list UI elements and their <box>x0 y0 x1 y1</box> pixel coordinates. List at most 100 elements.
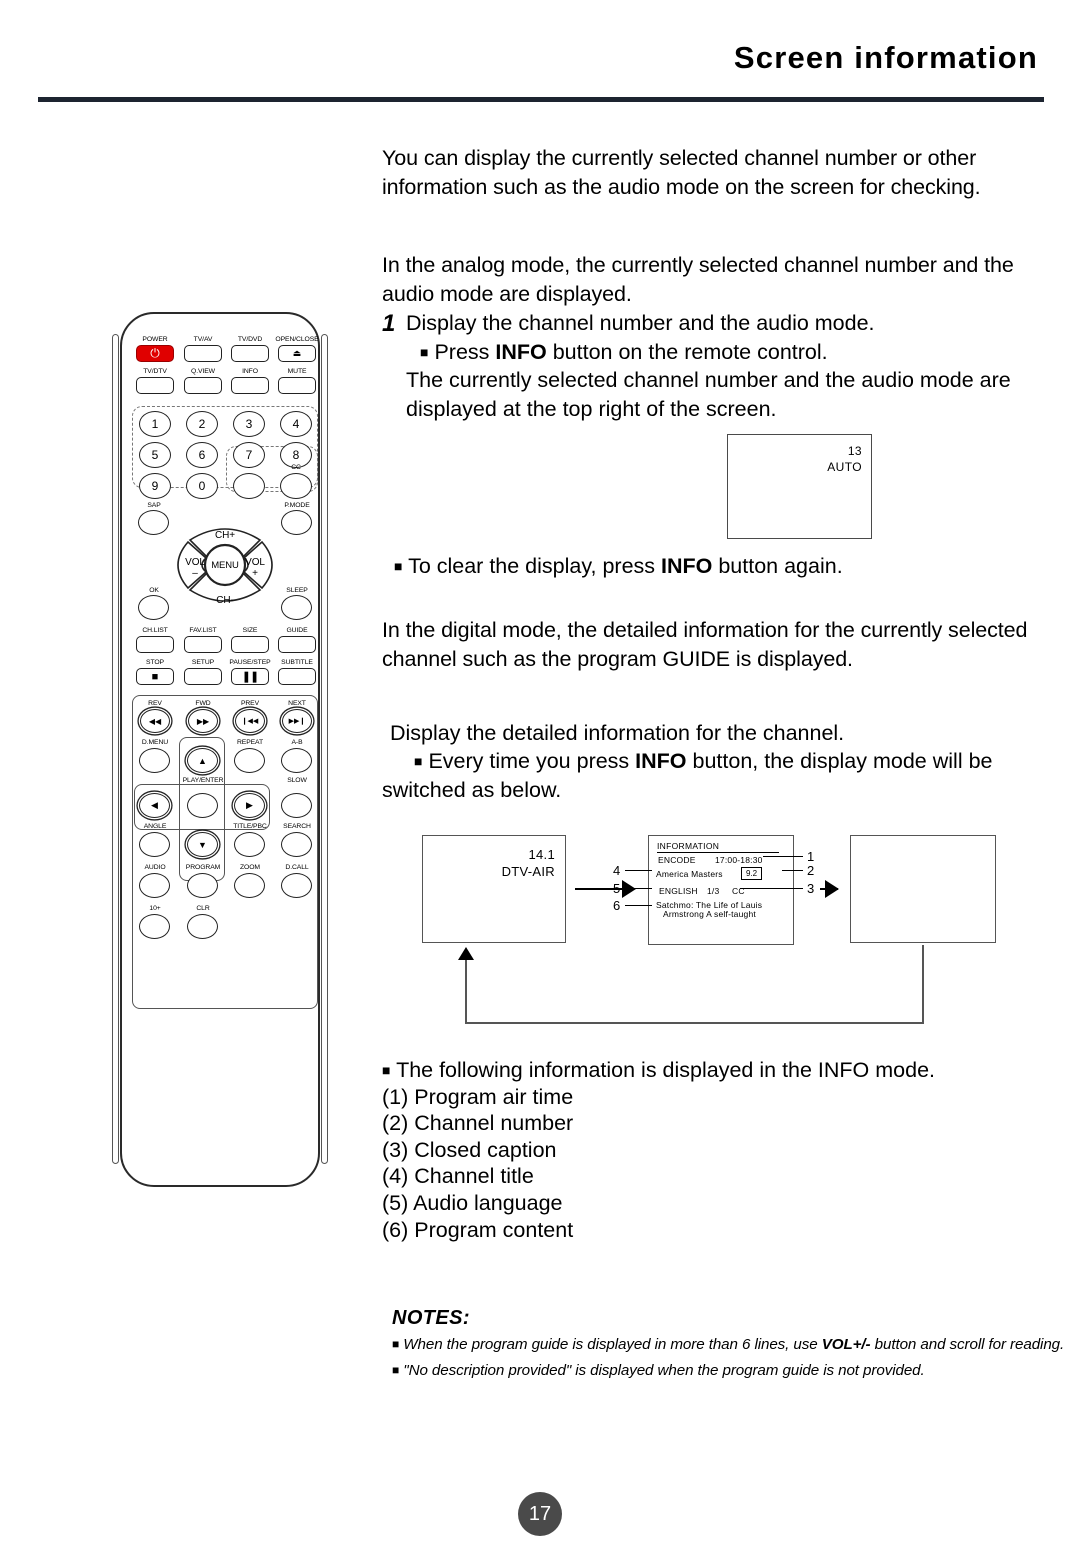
list-item: (2) Channel number <box>382 1111 574 1136</box>
step-line-2: The currently selected channel number an… <box>406 368 1011 421</box>
label-zoom: ZOOM <box>240 864 260 871</box>
button-down-arrow[interactable]: ▼ <box>187 832 218 857</box>
button-tv-dtv[interactable] <box>136 377 174 394</box>
analog-mode-paragraph: In the analog mode, the currently select… <box>382 253 1014 306</box>
note-item: ■ When the program guide is displayed in… <box>392 1334 1072 1356</box>
button-number-1[interactable]: 1 <box>139 411 171 437</box>
button-ch-list[interactable] <box>136 636 174 653</box>
label-tv-dtv: TV/DTV <box>143 368 167 375</box>
information-description-line-2: Armstrong A self-taught <box>663 909 756 919</box>
button-a-b[interactable] <box>281 748 312 773</box>
button-number-6[interactable]: 6 <box>186 442 218 468</box>
button-dash[interactable] <box>233 473 265 499</box>
button-play-enter[interactable] <box>187 793 218 818</box>
note1-bold: VOL+/- <box>821 1336 871 1353</box>
button-tv-av[interactable] <box>184 345 222 362</box>
button-fwd[interactable]: ▶▶ <box>188 709 218 733</box>
step-number: 1 <box>382 310 396 337</box>
button-pause-step[interactable]: ❚❚ <box>231 668 269 685</box>
button-next[interactable]: ▶▶❙ <box>282 709 312 733</box>
button-prev[interactable]: ❙◀◀ <box>235 709 265 733</box>
button-slow[interactable] <box>281 793 312 818</box>
flow-arrow-head-1 <box>622 880 636 898</box>
button-rev[interactable]: ◀◀ <box>140 709 170 733</box>
info-list-lead: ■ The following information is displayed… <box>382 1057 935 1084</box>
button-cc[interactable] <box>280 473 312 499</box>
button-info[interactable] <box>231 377 269 394</box>
note1-pre: When the program guide is displayed in m… <box>403 1336 822 1353</box>
chevron-right-icon: ▶ <box>246 800 253 810</box>
loop-segment-left <box>465 960 467 1023</box>
label-repeat: REPEAT <box>236 739 264 746</box>
button-program[interactable] <box>187 873 218 898</box>
button-sleep[interactable] <box>281 595 312 620</box>
label-stop: STOP <box>146 659 164 666</box>
button-ten-plus[interactable] <box>139 914 170 939</box>
callout-number-4: 4 <box>613 863 621 878</box>
button-number-5[interactable]: 5 <box>139 442 171 468</box>
button-angle[interactable] <box>139 832 170 857</box>
information-audio-language: ENGLISH <box>659 886 698 896</box>
button-left-arrow[interactable]: ◀ <box>139 793 170 818</box>
button-subtitle[interactable] <box>278 668 316 685</box>
chevron-up-icon: ▲ <box>198 755 207 766</box>
button-number-2[interactable]: 2 <box>186 411 218 437</box>
button-number-0[interactable]: 0 <box>186 473 218 499</box>
label-p-mode: P.MODE <box>284 502 310 509</box>
remote-edge-left <box>112 334 119 1164</box>
button-repeat[interactable] <box>234 748 265 773</box>
button-number-3[interactable]: 3 <box>233 411 265 437</box>
button-p-mode[interactable] <box>281 510 312 535</box>
button-number-9[interactable]: 9 <box>139 473 171 499</box>
button-sap[interactable] <box>138 510 169 535</box>
button-up-arrow[interactable]: ▲ <box>187 748 218 773</box>
button-audio[interactable] <box>139 873 170 898</box>
step-line-1: Display the channel number and the audio… <box>406 311 875 335</box>
bullet-square-icon: ■ <box>414 753 423 769</box>
button-power[interactable]: ⏻ <box>136 345 174 362</box>
notes-title: NOTES: <box>392 1307 470 1329</box>
button-tv-dvd[interactable] <box>231 345 269 362</box>
number-7-label: 7 <box>245 448 253 462</box>
button-clr[interactable] <box>187 914 218 939</box>
button-ok[interactable] <box>138 595 169 620</box>
label-sap: SAP <box>147 502 161 509</box>
information-panel-rule <box>657 852 779 853</box>
button-fav-list[interactable] <box>184 636 222 653</box>
button-search[interactable] <box>281 832 312 857</box>
page-number: 17 <box>518 1492 562 1536</box>
number-1-label: 1 <box>151 417 159 431</box>
button-stop[interactable]: ■ <box>136 668 174 685</box>
label-ch-down: CH- <box>216 595 234 606</box>
label-vol-up: VOL <box>245 557 265 568</box>
label-setup: SETUP <box>191 659 215 666</box>
analog-osd: 13 AUTO <box>827 443 862 475</box>
clear-post: button again. <box>712 554 843 578</box>
label-menu: MENU <box>211 560 239 571</box>
analog-audio-mode: AUTO <box>827 460 862 474</box>
button-number-4[interactable]: 4 <box>280 411 312 437</box>
callout-line-5 <box>625 888 652 889</box>
remote-edge-right <box>321 334 328 1164</box>
button-guide[interactable] <box>278 636 316 653</box>
information-program-title: America Masters <box>656 869 723 879</box>
callout-number-6: 6 <box>613 898 621 913</box>
label-ten-plus: 10+ <box>149 905 161 912</box>
button-d-call[interactable] <box>281 873 312 898</box>
step-bullet-post: button on the remote control. <box>546 339 828 364</box>
label-ch-up: CH+ <box>215 530 235 541</box>
info-mode-flow-diagram: 14.1 DTV-AIR INFORMATION ENCODE 17:00-18… <box>410 833 1010 1048</box>
label-power: POWER <box>142 336 168 343</box>
button-open-close[interactable]: ⏏ <box>278 345 316 362</box>
button-title-pbc[interactable] <box>234 832 265 857</box>
button-zoom[interactable] <box>234 873 265 898</box>
button-setup[interactable] <box>184 668 222 685</box>
button-size[interactable] <box>231 636 269 653</box>
callout-number-5: 5 <box>613 881 621 896</box>
callout-line-4 <box>625 870 652 871</box>
button-mute[interactable] <box>278 377 316 394</box>
button-q-view[interactable] <box>184 377 222 394</box>
bullet-square-icon: ■ <box>392 1337 400 1351</box>
button-d-menu[interactable] <box>139 748 170 773</box>
button-right-arrow[interactable]: ▶ <box>234 793 265 818</box>
